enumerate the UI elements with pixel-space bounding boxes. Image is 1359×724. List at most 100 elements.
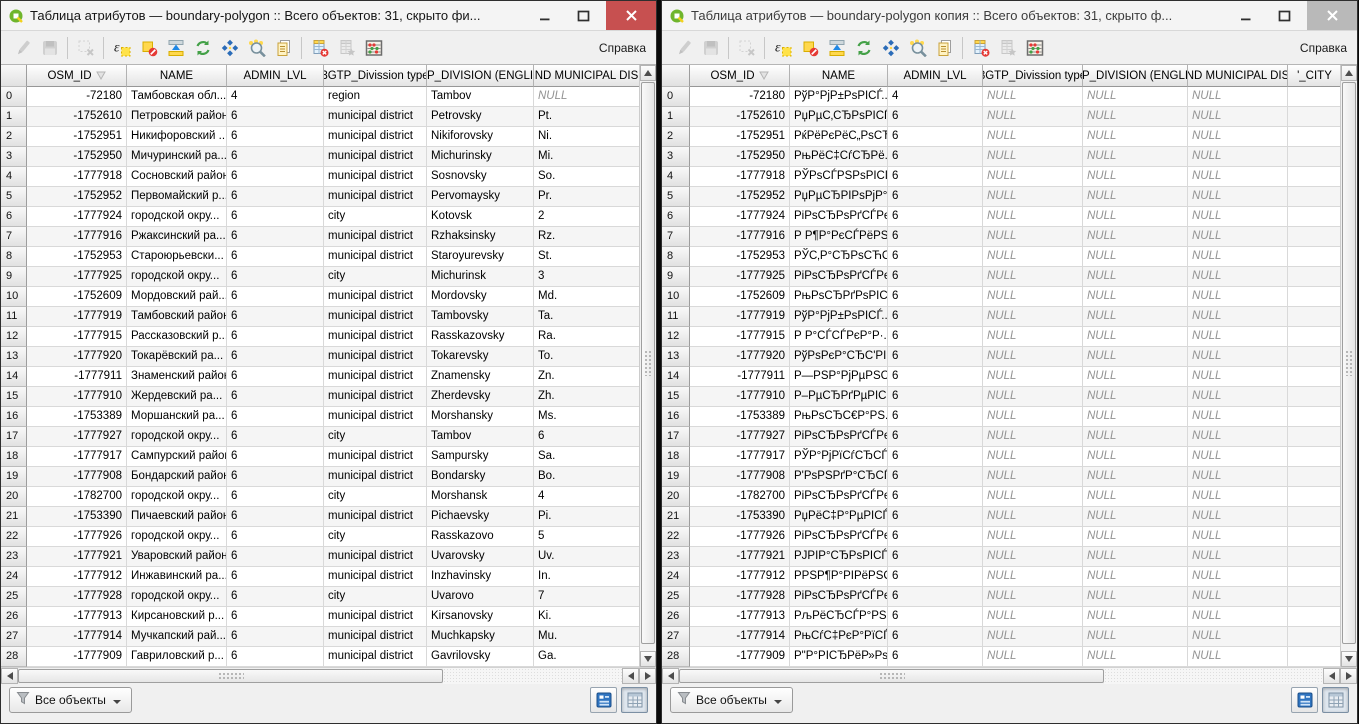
table-row[interactable]: 21 -1753390 Пичаевский район 6 municipal dis… <box>1 507 639 527</box>
cell[interactable]: Кирсановский р... <box>127 607 227 627</box>
cell[interactable]: Rasskazovsky <box>427 327 534 347</box>
row-number[interactable]: 19 <box>662 467 690 487</box>
cell[interactable]: 6 <box>888 427 983 447</box>
cell[interactable]: -1777913 <box>27 607 127 627</box>
table-row[interactable]: 18 -1777917 РЎР°РјРїСѓСЂСЃ... 6 NULL NULL NULL <box>662 447 1340 467</box>
cell[interactable]: РіРѕСЂРѕРґСЃРє... <box>790 267 888 287</box>
cell[interactable]: NULL <box>983 327 1083 347</box>
cell[interactable]: -1752952 <box>27 187 127 207</box>
cell[interactable]: 6 <box>888 187 983 207</box>
cell[interactable]: -1777925 <box>690 267 790 287</box>
cell[interactable]: NULL <box>1188 347 1288 367</box>
cell[interactable]: 6 <box>227 547 324 567</box>
cell[interactable]: 6 <box>227 267 324 287</box>
cell[interactable]: Ra. <box>534 327 639 347</box>
cell[interactable]: -1752951 <box>27 127 127 147</box>
cell[interactable]: -1777924 <box>27 207 127 227</box>
cell[interactable] <box>1288 227 1340 247</box>
row-number[interactable]: 27 <box>662 627 690 647</box>
cell[interactable]: NULL <box>983 467 1083 487</box>
cell[interactable]: NULL <box>1188 587 1288 607</box>
cell[interactable]: NULL <box>1083 527 1188 547</box>
row-number[interactable]: 26 <box>662 607 690 627</box>
cell[interactable]: РўР°РјР±РѕРІСЃ... <box>790 307 888 327</box>
cell[interactable]: -1752950 <box>690 147 790 167</box>
row-number[interactable]: 5 <box>1 187 27 207</box>
cell[interactable]: 6 <box>227 187 324 207</box>
cell[interactable]: Kotovsk <box>427 207 534 227</box>
cell[interactable]: municipal district <box>324 327 427 347</box>
cell[interactable] <box>1288 607 1340 627</box>
cell[interactable]: Tambov <box>427 427 534 447</box>
cell[interactable]: NULL <box>983 87 1083 107</box>
minimize-button[interactable] <box>528 1 561 30</box>
table-row[interactable]: 22 -1777926 городской окру... 6 city Rasskazo… <box>1 527 639 547</box>
cell[interactable]: 6 <box>227 427 324 447</box>
cell[interactable]: 6 <box>227 107 324 127</box>
table-row[interactable]: 25-1777928РіРѕСЂРѕРґСЃРє...6NULLNULLNULL <box>662 587 1340 607</box>
cell[interactable]: Tokarevsky <box>427 347 534 367</box>
cell[interactable] <box>1288 147 1340 167</box>
cell[interactable]: -1777918 <box>690 167 790 187</box>
row-number[interactable]: 24 <box>1 567 27 587</box>
row-number[interactable]: 6 <box>662 207 690 227</box>
cell[interactable] <box>1288 627 1340 647</box>
unselect-all-icon[interactable] <box>796 35 823 61</box>
cell[interactable]: 6 <box>888 607 983 627</box>
table-row[interactable]: 4 -1777918 Сосновский район 6 municipal dist… <box>1 167 639 187</box>
table-row[interactable]: 27 -1777914 РњСѓС‡РєР°РїСЃ... 6 NULL NULL NULL <box>662 627 1340 647</box>
cell[interactable]: NULL <box>983 547 1083 567</box>
cell[interactable]: To. <box>534 347 639 367</box>
cell[interactable]: 5 <box>534 527 639 547</box>
cell[interactable]: NULL <box>1188 267 1288 287</box>
cell[interactable]: Mu. <box>534 627 639 647</box>
cell[interactable]: municipal district <box>324 307 427 327</box>
table-row[interactable]: 20 -1782700 городской окру... 6 city Morshans… <box>1 487 639 507</box>
cell[interactable]: NULL <box>1083 287 1188 307</box>
cell[interactable]: NULL <box>1188 607 1288 627</box>
scroll-left-button[interactable] <box>662 668 679 684</box>
cell[interactable] <box>1288 347 1340 367</box>
table-row[interactable]: 2-1752951РќРёРєРёС„РѕСЂ...6NULLNULLNULL <box>662 127 1340 147</box>
cell[interactable] <box>1288 547 1340 567</box>
cell[interactable]: NULL <box>1083 247 1188 267</box>
cell[interactable]: 6 <box>227 307 324 327</box>
cell[interactable]: Rzhaksinsky <box>427 227 534 247</box>
cell[interactable]: РЈРІР°СЂРѕРІСЃ... <box>790 547 888 567</box>
cell[interactable]: Zherdevsky <box>427 387 534 407</box>
zoom-to-selected-icon[interactable] <box>243 35 270 61</box>
table-view-button[interactable] <box>621 686 648 713</box>
cell[interactable]: Р'РѕРЅРґР°СЂСЃ... <box>790 467 888 487</box>
cell[interactable]: Nikiforovsky <box>427 127 534 147</box>
row-number[interactable]: 25 <box>1 587 27 607</box>
cell[interactable]: municipal district <box>324 607 427 627</box>
cell[interactable]: -1777920 <box>690 347 790 367</box>
cell[interactable]: Сампурский район <box>127 447 227 467</box>
cell[interactable]: 6 <box>888 287 983 307</box>
cell[interactable]: 6 <box>888 407 983 427</box>
feature-filter-button[interactable]: Все объекты <box>670 686 793 713</box>
cell[interactable]: NULL <box>1188 467 1288 487</box>
cell[interactable]: -1777913 <box>690 607 790 627</box>
cell[interactable]: municipal district <box>324 147 427 167</box>
cell[interactable]: Pr. <box>534 187 639 207</box>
cell[interactable]: -1753390 <box>690 507 790 527</box>
cell[interactable]: 6 <box>227 587 324 607</box>
corner-header-cell[interactable] <box>1 65 27 87</box>
row-number[interactable]: 1 <box>662 107 690 127</box>
cell[interactable]: 6 <box>227 147 324 167</box>
cell[interactable]: NULL <box>983 427 1083 447</box>
cell[interactable]: NULL <box>1188 187 1288 207</box>
cell[interactable]: 6 <box>227 327 324 347</box>
cell[interactable]: 6 <box>227 607 324 627</box>
cell[interactable]: city <box>324 587 427 607</box>
cell[interactable]: Рассказовский р... <box>127 327 227 347</box>
cell[interactable]: 6 <box>888 147 983 167</box>
cell[interactable]: Р–РµСЂРґРµРІС... <box>790 387 888 407</box>
cell[interactable] <box>1288 447 1340 467</box>
cell[interactable]: 6 <box>227 227 324 247</box>
cell[interactable]: -1777915 <box>27 327 127 347</box>
cell[interactable]: Staroyurevsky <box>427 247 534 267</box>
cell[interactable]: -1752610 <box>27 107 127 127</box>
cell[interactable]: NULL <box>1188 327 1288 347</box>
